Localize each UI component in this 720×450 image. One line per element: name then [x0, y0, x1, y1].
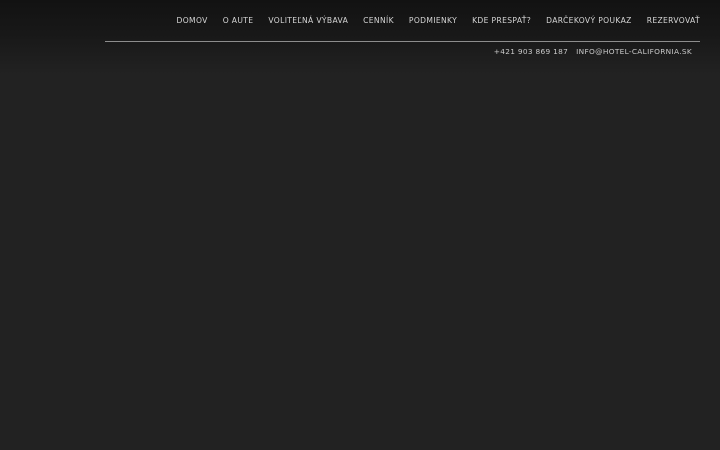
nav-item-darcekovy-poukaz[interactable]: DARČEKOVÝ POUKAZ — [546, 16, 632, 26]
header-divider — [105, 41, 700, 42]
nav-item-volitelna-vybava[interactable]: VOLITEĽNÁ VÝBAVA — [268, 16, 348, 26]
phone-link[interactable]: +421 903 869 187 — [494, 47, 568, 57]
header-background — [0, 0, 720, 75]
nav-item-rezervovat[interactable]: REZERVOVAŤ — [647, 16, 700, 26]
nav-item-podmienky[interactable]: PODMIENKY — [409, 16, 457, 26]
nav-item-o-aute[interactable]: O AUTE — [223, 16, 254, 26]
email-link[interactable]: INFO@HOTEL-CALIFORNIA.SK — [576, 47, 692, 57]
nav-item-cennik[interactable]: CENNÍK — [363, 16, 394, 26]
page: DOMOV O AUTE VOLITEĽNÁ VÝBAVA CENNÍK POD… — [0, 0, 720, 450]
contact-info: +421 903 869 187 INFO@HOTEL-CALIFORNIA.S… — [486, 47, 692, 57]
main-navigation: DOMOV O AUTE VOLITEĽNÁ VÝBAVA CENNÍK POD… — [162, 16, 700, 26]
nav-item-domov[interactable]: DOMOV — [177, 16, 208, 26]
nav-item-kde-prespat[interactable]: KDE PRESPAŤ? — [472, 16, 531, 26]
